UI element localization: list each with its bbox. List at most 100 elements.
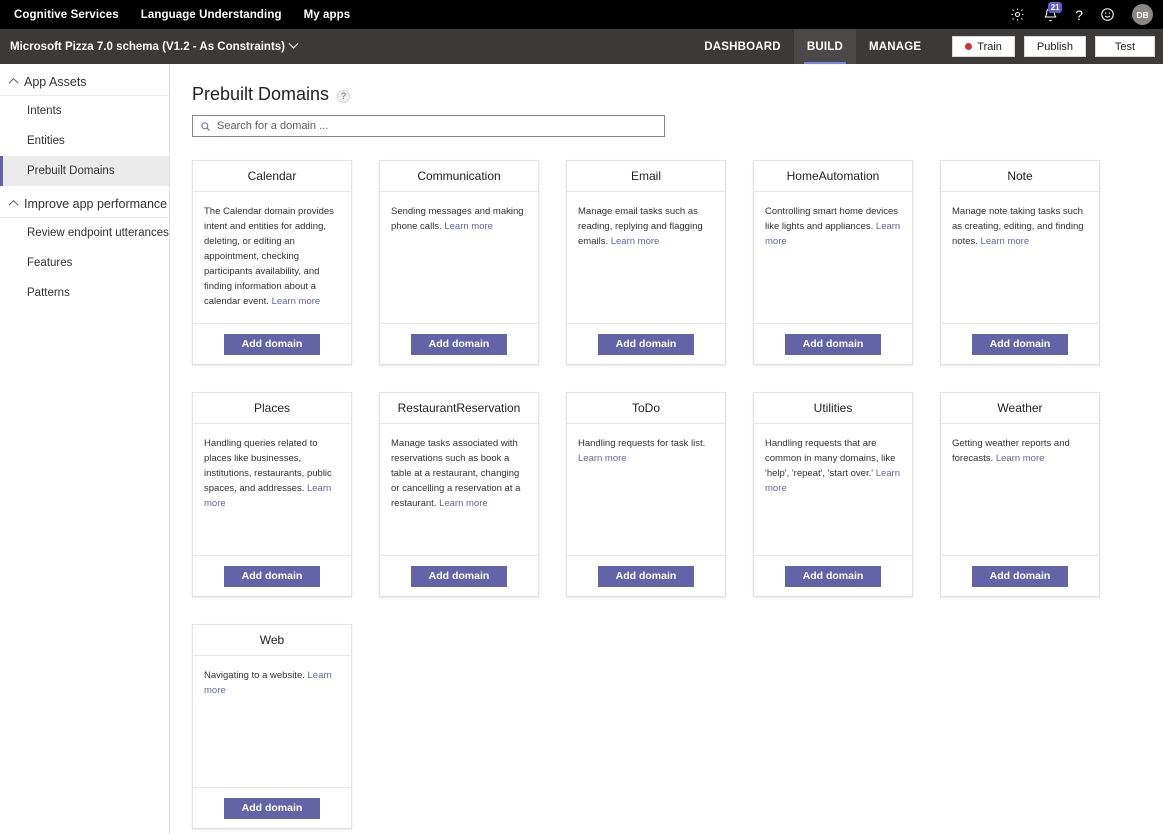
domain-card-header: Weather xyxy=(941,393,1099,424)
global-top-bar-actions: 21 ? DB xyxy=(1010,0,1153,29)
domain-card: CalendarThe Calendar domain provides int… xyxy=(192,160,352,365)
sidebar-item-prebuilt-domains-label: Prebuilt Domains xyxy=(27,165,115,177)
domain-card-footer: Add domain xyxy=(567,555,725,596)
tab-build[interactable]: BUILD xyxy=(794,29,856,64)
domain-card-body: Navigating to a website. Learn more xyxy=(193,656,351,787)
publish-button[interactable]: Publish xyxy=(1024,36,1086,57)
avatar[interactable]: DB xyxy=(1132,4,1153,25)
add-domain-button[interactable]: Add domain xyxy=(224,566,321,587)
add-domain-button[interactable]: Add domain xyxy=(972,566,1069,587)
sidebar-item-review-endpoint-utterances[interactable]: Review endpoint utterances xyxy=(0,218,169,248)
tab-dashboard-label: DASHBOARD xyxy=(704,41,781,53)
domain-card-title: HomeAutomation xyxy=(787,169,880,183)
bell-icon[interactable]: 21 xyxy=(1042,7,1058,23)
gear-icon[interactable] xyxy=(1010,7,1025,22)
add-domain-button[interactable]: Add domain xyxy=(785,566,882,587)
domain-card-footer: Add domain xyxy=(193,323,351,364)
domain-card: Note Manage note taking tasks such as cre… xyxy=(940,160,1100,365)
domain-card-body: Getting weather reports and forecasts. L… xyxy=(941,424,1099,555)
domain-card-title: Note xyxy=(1007,169,1032,183)
add-domain-button[interactable]: Add domain xyxy=(411,566,508,587)
sidebar-section-improve-app-performance[interactable]: Improve app performance xyxy=(0,190,169,218)
domain-card-body: The Calendar domain provides intent and … xyxy=(193,192,351,323)
add-domain-button[interactable]: Add domain xyxy=(224,798,321,819)
domain-card-title: Email xyxy=(631,169,661,183)
sidebar-item-entities-label: Entities xyxy=(27,135,65,147)
search-icon xyxy=(200,121,211,132)
domain-card-footer: Add domain xyxy=(941,555,1099,596)
app-nav-tabs: DASHBOARD BUILD MANAGE xyxy=(691,29,934,64)
domain-card-body: Manage tasks associated with reservation… xyxy=(380,424,538,555)
learn-more-link[interactable]: Learn more xyxy=(996,453,1045,464)
test-button[interactable]: Test xyxy=(1095,36,1155,57)
tab-manage[interactable]: MANAGE xyxy=(856,29,934,64)
domain-card-body: Manage note taking tasks such as creatin… xyxy=(941,192,1099,323)
sidebar-section-improve-app-performance-label: Improve app performance xyxy=(24,197,167,211)
tab-dashboard[interactable]: DASHBOARD xyxy=(691,29,794,64)
smiley-icon[interactable] xyxy=(1100,7,1115,22)
domain-card-header: ToDo xyxy=(567,393,725,424)
sidebar-item-features[interactable]: Features xyxy=(0,248,169,278)
app-header-right: DASHBOARD BUILD MANAGE Train Publish Tes… xyxy=(691,29,1155,64)
domain-card-body: Handling queries related to places like … xyxy=(193,424,351,555)
learn-more-link[interactable]: Learn more xyxy=(611,236,660,247)
sidebar-item-patterns[interactable]: Patterns xyxy=(0,278,169,308)
learn-more-link[interactable]: Learn more xyxy=(578,453,627,464)
nav-link-language-understanding[interactable]: Language Understanding xyxy=(141,9,282,21)
domain-card-footer: Add domain xyxy=(941,323,1099,364)
chevron-up-icon xyxy=(9,200,19,210)
nav-link-my-apps[interactable]: My apps xyxy=(304,9,351,21)
help-question-icon[interactable]: ? xyxy=(1075,8,1083,22)
global-top-bar: Cognitive Services Language Understandin… xyxy=(0,0,1163,29)
domain-card-title: Places xyxy=(254,401,290,415)
domain-card: Weather Getting weather reports and forec… xyxy=(940,392,1100,597)
domain-card-footer: Add domain xyxy=(754,555,912,596)
add-domain-button[interactable]: Add domain xyxy=(598,566,695,587)
sidebar-section-app-assets-label: App Assets xyxy=(24,75,87,89)
domain-card: CommunicationSending messages and making… xyxy=(379,160,539,365)
app-title-dropdown[interactable]: Microsoft Pizza 7.0 schema (V1.2 - As Co… xyxy=(0,41,297,53)
publish-button-label: Publish xyxy=(1037,41,1073,53)
search-box[interactable] xyxy=(192,115,665,137)
app-action-buttons: Train Publish Test xyxy=(952,36,1155,57)
learn-more-link[interactable]: Learn more xyxy=(444,221,493,232)
domain-card-description: Navigating to a website. xyxy=(204,670,305,681)
nav-link-cognitive-services[interactable]: Cognitive Services xyxy=(14,9,119,21)
domain-card-description: Handling requests for task list. xyxy=(578,438,705,449)
search-input[interactable] xyxy=(217,120,657,132)
domain-card: WebNavigating to a website. Learn more Ad… xyxy=(192,624,352,829)
train-button-label: Train xyxy=(977,41,1002,53)
add-domain-button[interactable]: Add domain xyxy=(411,334,508,355)
sidebar-section-app-assets[interactable]: App Assets xyxy=(0,68,169,96)
sidebar-item-patterns-label: Patterns xyxy=(27,287,70,299)
train-button[interactable]: Train xyxy=(952,36,1015,57)
help-circle-icon[interactable]: ? xyxy=(337,90,350,103)
domain-card-header: Places xyxy=(193,393,351,424)
tab-manage-label: MANAGE xyxy=(869,41,921,53)
train-status-dot-icon xyxy=(965,43,972,50)
tab-build-label: BUILD xyxy=(807,41,843,53)
sidebar-item-intents-label: Intents xyxy=(27,105,62,117)
domain-card: RestaurantReservationManage tasks associ… xyxy=(379,392,539,597)
test-button-label: Test xyxy=(1115,41,1135,53)
sidebar-item-prebuilt-domains[interactable]: Prebuilt Domains xyxy=(0,156,169,186)
domain-card-title: Weather xyxy=(997,401,1042,415)
add-domain-button[interactable]: Add domain xyxy=(785,334,882,355)
learn-more-link[interactable]: Learn more xyxy=(439,498,488,509)
domain-card-title: Utilities xyxy=(814,401,853,415)
learn-more-link[interactable]: Learn more xyxy=(272,296,321,307)
sidebar-item-entities[interactable]: Entities xyxy=(0,126,169,156)
domain-card-footer: Add domain xyxy=(567,323,725,364)
page-header: Prebuilt Domains ? xyxy=(170,64,1163,105)
add-domain-button[interactable]: Add domain xyxy=(598,334,695,355)
sidebar-item-intents[interactable]: Intents xyxy=(0,96,169,126)
domain-card: HomeAutomationControlling smart home dev… xyxy=(753,160,913,365)
domain-card-body: Sending messages and making phone calls.… xyxy=(380,192,538,323)
domain-card-header: Web xyxy=(193,625,351,656)
global-nav-links: Cognitive Services Language Understandin… xyxy=(0,9,350,21)
prebuilt-domains-grid: CalendarThe Calendar domain provides int… xyxy=(192,160,1152,829)
add-domain-button[interactable]: Add domain xyxy=(224,334,321,355)
learn-more-link[interactable]: Learn more xyxy=(981,236,1030,247)
domain-card: Places Handling queries related to places… xyxy=(192,392,352,597)
add-domain-button[interactable]: Add domain xyxy=(972,334,1069,355)
